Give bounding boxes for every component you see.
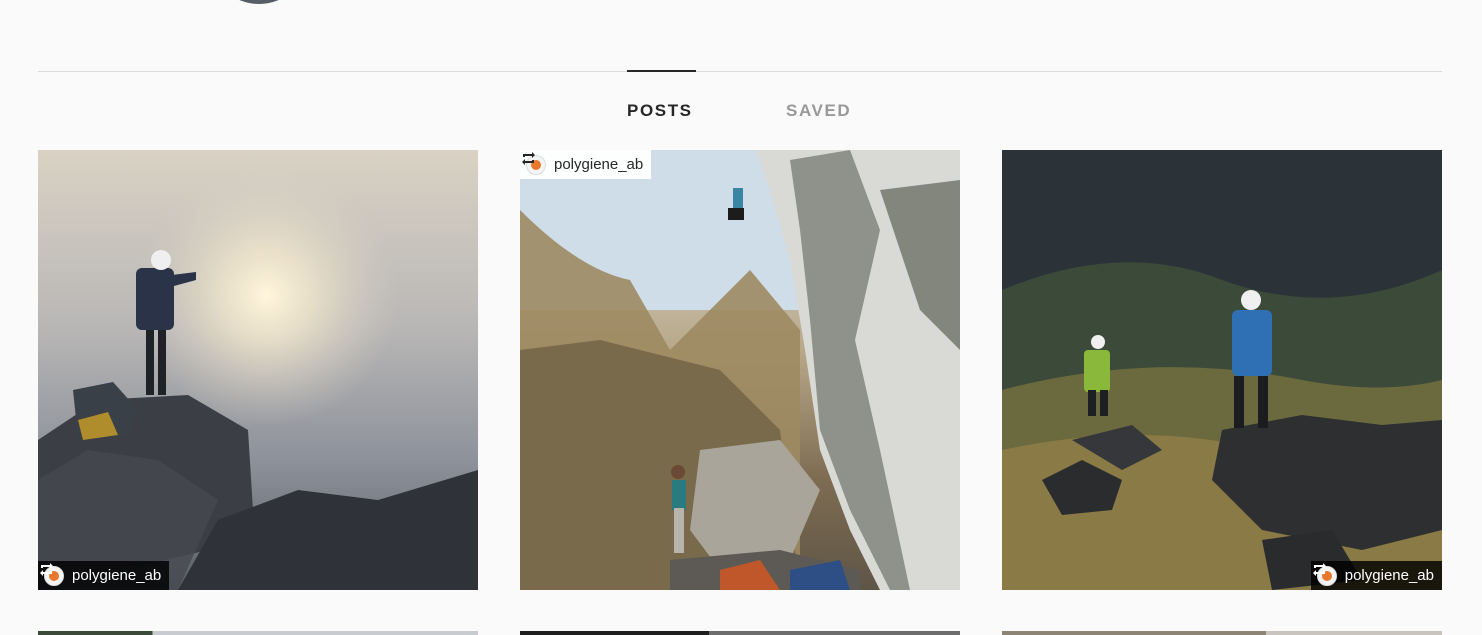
repost-account-name[interactable]: polygiene_ab (1345, 567, 1434, 584)
post-tile[interactable]: polygiene_ab (1002, 150, 1442, 590)
repost-icon (40, 563, 53, 576)
post-tile-next-row[interactable] (38, 631, 478, 635)
repost-badge: polygiene_ab (520, 150, 652, 179)
repost-account-name[interactable]: polygiene_ab (554, 156, 643, 173)
repost-icon (1312, 563, 1326, 576)
repost-badge: polygiene_ab (1310, 561, 1442, 590)
post-photo (38, 150, 478, 590)
post-tile[interactable]: polygiene_ab (520, 150, 960, 590)
tabs-divider (38, 71, 1442, 72)
tab-saved[interactable]: SAVED (786, 101, 851, 121)
post-tile-next-row[interactable] (520, 631, 960, 635)
profile-avatar[interactable] (211, 0, 307, 4)
repost-icon (522, 152, 535, 165)
post-photo (520, 150, 960, 590)
repost-account-name[interactable]: polygiene_ab (72, 567, 161, 584)
tab-posts[interactable]: POSTS (627, 101, 693, 121)
repost-badge: polygiene_ab (38, 561, 170, 590)
post-photo (1002, 150, 1442, 590)
profile-tabs: POSTS SAVED (0, 101, 1482, 121)
post-tile-next-row[interactable] (1002, 631, 1442, 635)
active-tab-indicator (627, 70, 696, 72)
post-tile[interactable]: polygiene_ab (38, 150, 478, 590)
profile-page: POSTS SAVED polygiene_ab polygiene_ab po… (0, 0, 1482, 635)
